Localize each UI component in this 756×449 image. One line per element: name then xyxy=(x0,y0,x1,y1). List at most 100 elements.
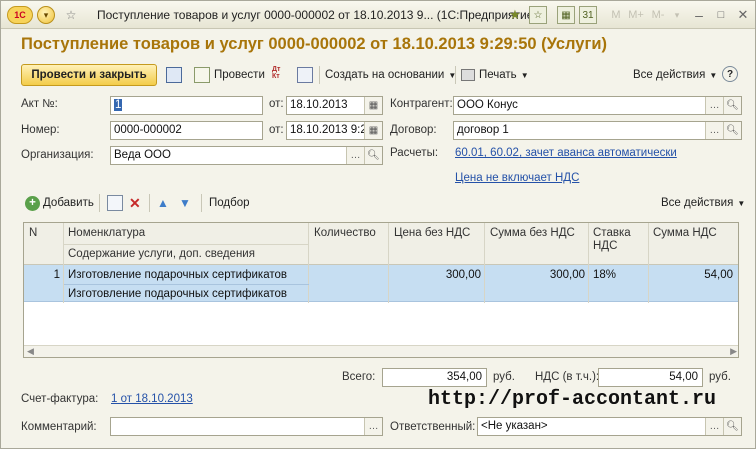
vat-total-value: 54,00 xyxy=(598,368,703,387)
header-subdivider xyxy=(64,244,309,245)
star-icon[interactable]: ☆ xyxy=(63,6,79,24)
number-date-input[interactable]: 18.10.2013 9:2 ▦ xyxy=(286,121,383,140)
act-date-input[interactable]: 18.10.2013 ▦ xyxy=(286,96,383,115)
memory-minus-button[interactable]: M- xyxy=(649,6,667,24)
add-row-button[interactable]: + Добавить xyxy=(25,194,94,212)
act-number-input[interactable]: 1 xyxy=(110,96,263,115)
copy-row-button[interactable] xyxy=(107,194,123,212)
page-title: Поступление товаров и услуг 0000-000002 … xyxy=(21,35,607,53)
search-icon[interactable]: 🔍︎ xyxy=(364,147,382,164)
select-ellipsis-button[interactable]: … xyxy=(705,122,723,139)
save-button[interactable] xyxy=(166,66,182,84)
post-and-close-button[interactable]: Провести и закрыть xyxy=(21,64,157,86)
row-subdivider xyxy=(64,284,309,285)
services-table[interactable]: N Номенклатура Содержание услуги, доп. с… xyxy=(23,222,739,358)
arrow-up-icon: ▲ xyxy=(157,196,169,210)
comment-input[interactable]: … xyxy=(110,417,383,436)
number-label: Номер: xyxy=(21,124,60,136)
create-based-on-dropdown[interactable]: Создать на основании ▼ xyxy=(325,66,456,84)
act-date-label: от: xyxy=(269,98,284,110)
horizontal-scrollbar[interactable]: ◀ ▶ xyxy=(24,345,738,357)
chevron-down-icon: ▼ xyxy=(709,70,718,80)
header-vat-sum[interactable]: Сумма НДС xyxy=(653,227,717,239)
minimize-icon[interactable]: – xyxy=(691,6,707,24)
number-input[interactable]: 0000-000002 xyxy=(110,121,263,140)
contract-input[interactable]: договор 1 … 🔍︎ xyxy=(453,121,742,140)
toolbar-separator xyxy=(319,66,320,84)
select-ellipsis-button[interactable]: … xyxy=(705,418,723,435)
vat-mode-link[interactable]: Цена не включает НДС xyxy=(455,172,579,184)
organization-input[interactable]: Веда ООО … 🔍︎ xyxy=(110,146,383,165)
post-document-icon xyxy=(194,67,210,83)
copy-icon xyxy=(107,195,123,211)
invoice-link[interactable]: 1 от 18.10.2013 xyxy=(111,393,193,405)
arrow-down-icon: ▼ xyxy=(179,196,191,210)
menu-circle-icon[interactable]: ▾ xyxy=(37,6,55,24)
move-down-button[interactable]: ▼ xyxy=(179,194,191,212)
cell-content[interactable]: Изготовление подарочных сертификатов xyxy=(68,288,287,300)
scroll-right-icon[interactable]: ▶ xyxy=(730,346,737,357)
toolbar-separator xyxy=(149,194,150,212)
memory-m-button[interactable]: M xyxy=(609,6,623,24)
search-icon[interactable]: 🔍︎ xyxy=(723,122,741,139)
vat-total-label: НДС (в т.ч.): xyxy=(535,371,600,383)
calculator-icon[interactable]: ▦ xyxy=(557,6,575,24)
table-all-actions-dropdown[interactable]: Все действия ▼ xyxy=(661,194,745,212)
calendar-picker-icon[interactable]: ▦ xyxy=(364,97,382,114)
cell-vat-sum[interactable]: 54,00 xyxy=(649,269,733,281)
structure-button[interactable] xyxy=(297,66,313,84)
cell-n: 1 xyxy=(53,269,60,281)
memory-plus-button[interactable]: M+ xyxy=(627,6,645,24)
chevron-down-icon: ▼ xyxy=(520,70,529,80)
1c-logo-icon[interactable]: 1С xyxy=(7,6,33,24)
close-icon[interactable]: ✕ xyxy=(735,6,751,24)
header-vat-rate[interactable]: Ставка НДС xyxy=(593,227,645,253)
contractor-label: Контрагент: xyxy=(390,98,453,110)
header-content[interactable]: Содержание услуги, доп. сведения xyxy=(68,248,255,260)
header-nomenclature[interactable]: Номенклатура xyxy=(68,227,145,239)
cell-vat-rate[interactable]: 18% xyxy=(593,269,616,281)
dt-kt-button[interactable]: Дт Кт xyxy=(272,66,288,84)
calendar-picker-icon[interactable]: ▦ xyxy=(364,122,382,139)
contractor-input[interactable]: ООО Конус … 🔍︎ xyxy=(453,96,742,115)
cell-nomenclature[interactable]: Изготовление подарочных сертификатов xyxy=(68,269,287,281)
window-title: Поступление товаров и услуг 0000-000002 … xyxy=(97,8,538,22)
act-number-label: Акт №: xyxy=(21,98,58,110)
header-price[interactable]: Цена без НДС xyxy=(394,227,470,239)
command-bar: Провести и закрыть Провести Дт Кт Создат… xyxy=(1,64,755,86)
print-dropdown[interactable]: Печать ▼ xyxy=(461,66,529,84)
comment-ellipsis-button[interactable]: … xyxy=(364,418,382,435)
document-window: 1С ▾ ☆ Поступление товаров и услуг 0000-… xyxy=(0,0,756,449)
dt-kt-icon: Дт Кт xyxy=(272,66,281,80)
invoice-label: Счет-фактура: xyxy=(21,393,99,405)
favorite-star-icon[interactable]: ★ xyxy=(507,6,523,24)
calendar-icon[interactable]: 31 xyxy=(579,6,597,24)
settlements-link[interactable]: 60.01, 60.02, зачет аванса автоматически xyxy=(455,147,677,159)
responsible-label: Ответственный: xyxy=(390,421,476,433)
chevron-down-icon: ▼ xyxy=(737,198,746,208)
cell-price[interactable]: 300,00 xyxy=(389,269,481,281)
maximize-icon[interactable]: □ xyxy=(713,6,729,24)
header-n[interactable]: N xyxy=(29,227,37,239)
search-icon[interactable]: 🔍︎ xyxy=(723,97,741,114)
select-ellipsis-button[interactable]: … xyxy=(346,147,364,164)
watermark-url: http://prof-accontant.ru xyxy=(428,388,717,411)
scroll-left-icon[interactable]: ◀ xyxy=(27,346,34,357)
pick-button[interactable]: Подбор xyxy=(209,194,250,212)
post-button[interactable]: Провести xyxy=(194,66,265,84)
select-ellipsis-button[interactable]: … xyxy=(705,97,723,114)
search-icon[interactable]: 🔍︎ xyxy=(723,418,741,435)
vat-currency: руб. xyxy=(709,371,731,383)
history-icon[interactable]: ☆ xyxy=(529,6,547,24)
delete-row-button[interactable]: ✕ xyxy=(129,194,141,212)
number-date-label: от: xyxy=(269,124,284,136)
all-actions-dropdown[interactable]: Все действия ▼ xyxy=(633,66,717,84)
responsible-input[interactable]: <Не указан> … 🔍︎ xyxy=(477,417,742,436)
header-sum[interactable]: Сумма без НДС xyxy=(490,227,575,239)
cell-sum[interactable]: 300,00 xyxy=(485,269,585,281)
printer-icon xyxy=(461,69,475,81)
help-icon[interactable]: ? xyxy=(722,66,738,82)
header-quantity[interactable]: Количество xyxy=(314,227,376,239)
move-up-button[interactable]: ▲ xyxy=(157,194,169,212)
more-arrow-icon[interactable]: ▾ xyxy=(671,6,683,24)
